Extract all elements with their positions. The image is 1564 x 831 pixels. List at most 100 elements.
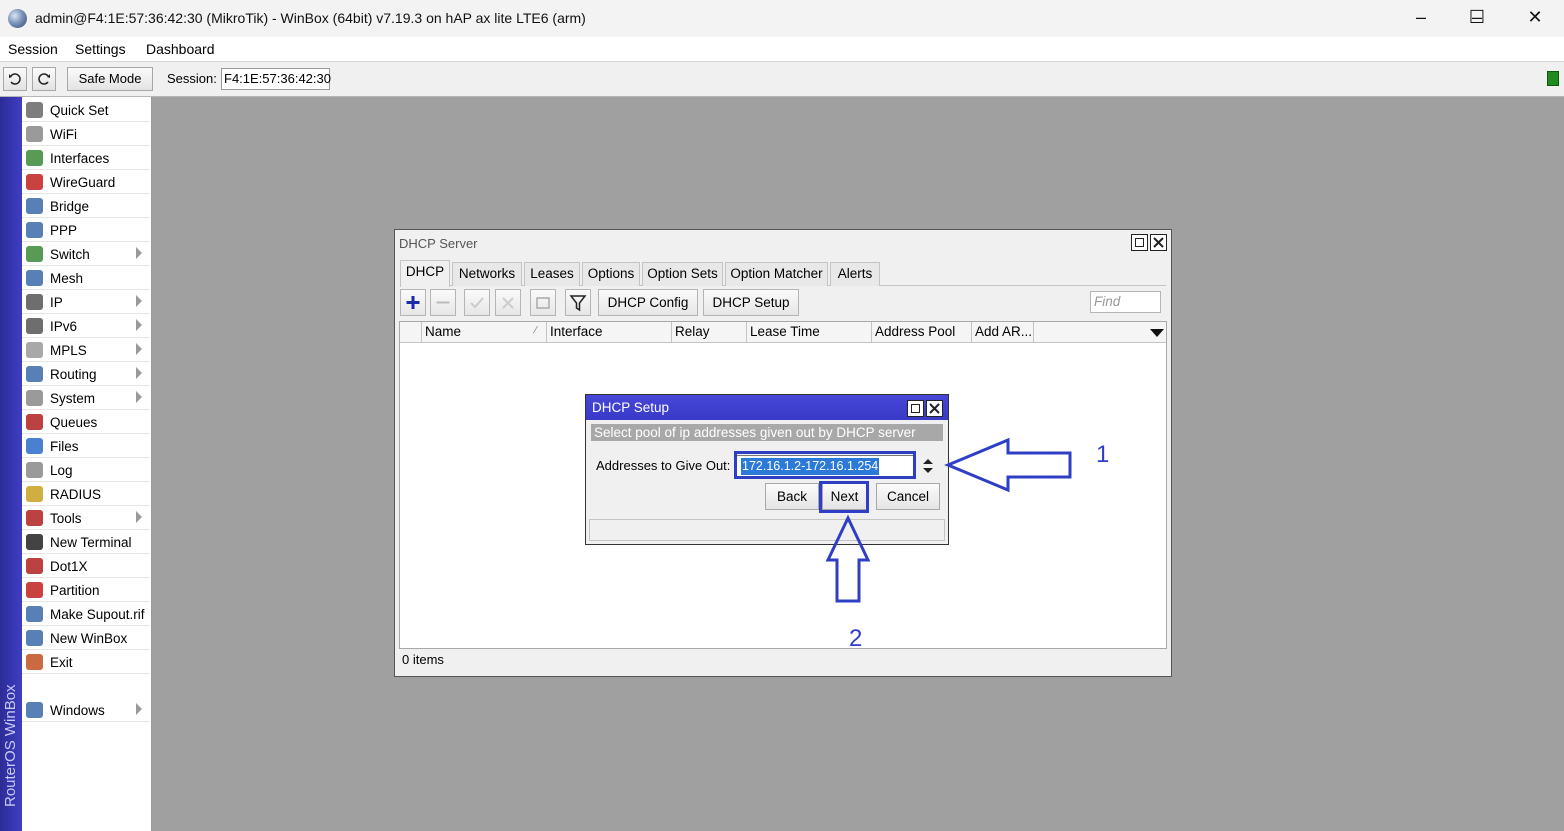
sidebar-item-wifi[interactable]: WiFi — [22, 122, 150, 146]
queues-icon — [26, 414, 43, 430]
tab-option-matcher[interactable]: Option Matcher — [725, 262, 828, 286]
wireguard-icon — [26, 174, 43, 190]
redo-button[interactable] — [32, 67, 56, 91]
sidebar-item-label: WiFi — [50, 127, 77, 142]
window-close-button[interactable] — [1150, 234, 1167, 251]
dhcp-tabs: DHCP Networks Leases Options Option Sets… — [400, 260, 1166, 287]
safe-mode-button[interactable]: Safe Mode — [67, 67, 153, 91]
undo-button[interactable] — [3, 67, 27, 91]
tab-dhcp[interactable]: DHCP — [400, 260, 450, 287]
column-interface[interactable]: Interface — [547, 322, 672, 342]
wand-icon — [26, 102, 43, 118]
cancel-button[interactable]: Cancel — [876, 483, 940, 510]
arrow-2-icon — [825, 514, 871, 603]
submenu-arrow-icon — [136, 703, 142, 715]
column-lease-time[interactable]: Lease Time — [747, 322, 872, 342]
sidebar-item-log[interactable]: Log — [22, 458, 150, 482]
sidebar-item-wireguard[interactable]: WireGuard — [22, 170, 150, 194]
dialog-status-bar — [589, 519, 945, 541]
ip-icon — [26, 294, 43, 310]
column-relay[interactable]: Relay — [672, 322, 747, 342]
sidebar-item-mesh[interactable]: Mesh — [22, 266, 150, 290]
exit-icon — [26, 654, 43, 670]
sidebar-item-routing[interactable]: Routing — [22, 362, 150, 386]
sidebar-item-dot1x[interactable]: Dot1X — [22, 554, 150, 578]
sidebar-item-new-winbox[interactable]: New WinBox — [22, 626, 150, 650]
sidebar-item-label: Exit — [50, 655, 73, 670]
menu-settings[interactable]: Settings — [75, 41, 126, 57]
sort-icon: ⁄ — [535, 325, 537, 336]
dialog-hint: Select pool of ip addresses given out by… — [591, 424, 943, 441]
column-add-arp[interactable]: Add AR... — [972, 322, 1034, 342]
sidebar-item-label: Dot1X — [50, 559, 88, 574]
wifi-icon — [26, 126, 43, 142]
log-icon — [26, 462, 43, 478]
column-chooser-icon[interactable] — [1150, 329, 1164, 337]
comment-button[interactable] — [530, 289, 556, 316]
find-input[interactable]: Find — [1090, 291, 1161, 313]
title-bar: admin@F4:1E:57:36:42:30 (MikroTik) - Win… — [0, 0, 1564, 37]
column-flags[interactable] — [400, 322, 422, 342]
dhcp-window-title: DHCP Server — [399, 236, 478, 251]
sidebar-item-files[interactable]: Files — [22, 434, 150, 458]
sidebar-item-bridge[interactable]: Bridge — [22, 194, 150, 218]
column-name[interactable]: Name — [422, 322, 547, 342]
back-button[interactable]: Back — [765, 483, 819, 510]
disable-button[interactable] — [495, 289, 521, 316]
enable-button[interactable] — [464, 289, 490, 316]
partition-icon — [26, 582, 43, 598]
menu-session[interactable]: Session — [8, 41, 58, 57]
dhcp-setup-button[interactable]: DHCP Setup — [703, 289, 799, 316]
dialog-maximize-button[interactable] — [907, 400, 924, 417]
ppp-icon — [26, 222, 43, 238]
dialog-close-button[interactable] — [926, 400, 943, 417]
sidebar-item-interfaces[interactable]: Interfaces — [22, 146, 150, 170]
sidebar-item-ipv6[interactable]: IPv6 — [22, 314, 150, 338]
sidebar-item-queues[interactable]: Queues — [22, 410, 150, 434]
tab-networks[interactable]: Networks — [452, 262, 522, 286]
sidebar-item-switch[interactable]: Switch — [22, 242, 150, 266]
sidebar-item-windows[interactable]: Windows — [22, 698, 150, 722]
column-address-pool[interactable]: Address Pool — [872, 322, 972, 342]
sidebar-item-new-terminal[interactable]: New Terminal — [22, 530, 150, 554]
sidebar-item-ip[interactable]: IP — [22, 290, 150, 314]
sidebar-item-mpls[interactable]: MPLS — [22, 338, 150, 362]
tab-alerts[interactable]: Alerts — [830, 262, 880, 286]
sidebar-item-radius[interactable]: RADIUS — [22, 482, 150, 506]
sidebar-item-label: Interfaces — [50, 151, 110, 166]
tab-leases[interactable]: Leases — [524, 262, 580, 286]
sidebar-item-label: Windows — [50, 703, 105, 718]
maximize-window-button[interactable]: ☐ — [1454, 0, 1500, 37]
items-count: 0 items — [402, 652, 444, 667]
window-maximize-button[interactable] — [1131, 234, 1148, 251]
tab-options[interactable]: Options — [582, 262, 640, 286]
minimize-window-button[interactable]: – — [1398, 0, 1444, 37]
sidebar-item-label: Bridge — [50, 199, 90, 214]
sidebar-item-ppp[interactable]: PPP — [22, 218, 150, 242]
window-title: admin@F4:1E:57:36:42:30 (MikroTik) - Win… — [35, 10, 586, 26]
sidebar-item-label: Make Supout.rif — [50, 607, 145, 622]
sidebar-item-exit[interactable]: Exit — [22, 650, 150, 674]
sidebar-item-tools[interactable]: Tools — [22, 506, 150, 530]
sidebar-item-label: PPP — [50, 223, 78, 238]
spinner-icon[interactable] — [921, 457, 935, 475]
mpls-icon — [26, 342, 43, 358]
submenu-arrow-icon — [136, 319, 142, 331]
session-field[interactable]: F4:1E:57:36:42:30 — [221, 68, 331, 90]
sidebar-item-partition[interactable]: Partition — [22, 578, 150, 602]
submenu-arrow-icon — [136, 391, 142, 403]
tab-option-sets[interactable]: Option Sets — [642, 262, 723, 286]
remove-button[interactable] — [430, 289, 456, 316]
menu-dashboard[interactable]: Dashboard — [146, 41, 215, 57]
filter-icon — [569, 295, 587, 312]
filter-button[interactable] — [565, 289, 591, 316]
dhcp-config-button[interactable]: DHCP Config — [598, 289, 698, 316]
add-button[interactable] — [400, 289, 426, 316]
annotation-number-2: 2 — [849, 625, 863, 652]
sidebar-item-label: Files — [50, 439, 79, 454]
sidebar-item-make-supout-rif[interactable]: Make Supout.rif — [22, 602, 150, 626]
close-window-button[interactable]: ✕ — [1512, 0, 1558, 37]
sidebar-item-quick-set[interactable]: Quick Set — [22, 98, 150, 122]
sidebar-item-system[interactable]: System — [22, 386, 150, 410]
check-icon — [470, 297, 484, 309]
